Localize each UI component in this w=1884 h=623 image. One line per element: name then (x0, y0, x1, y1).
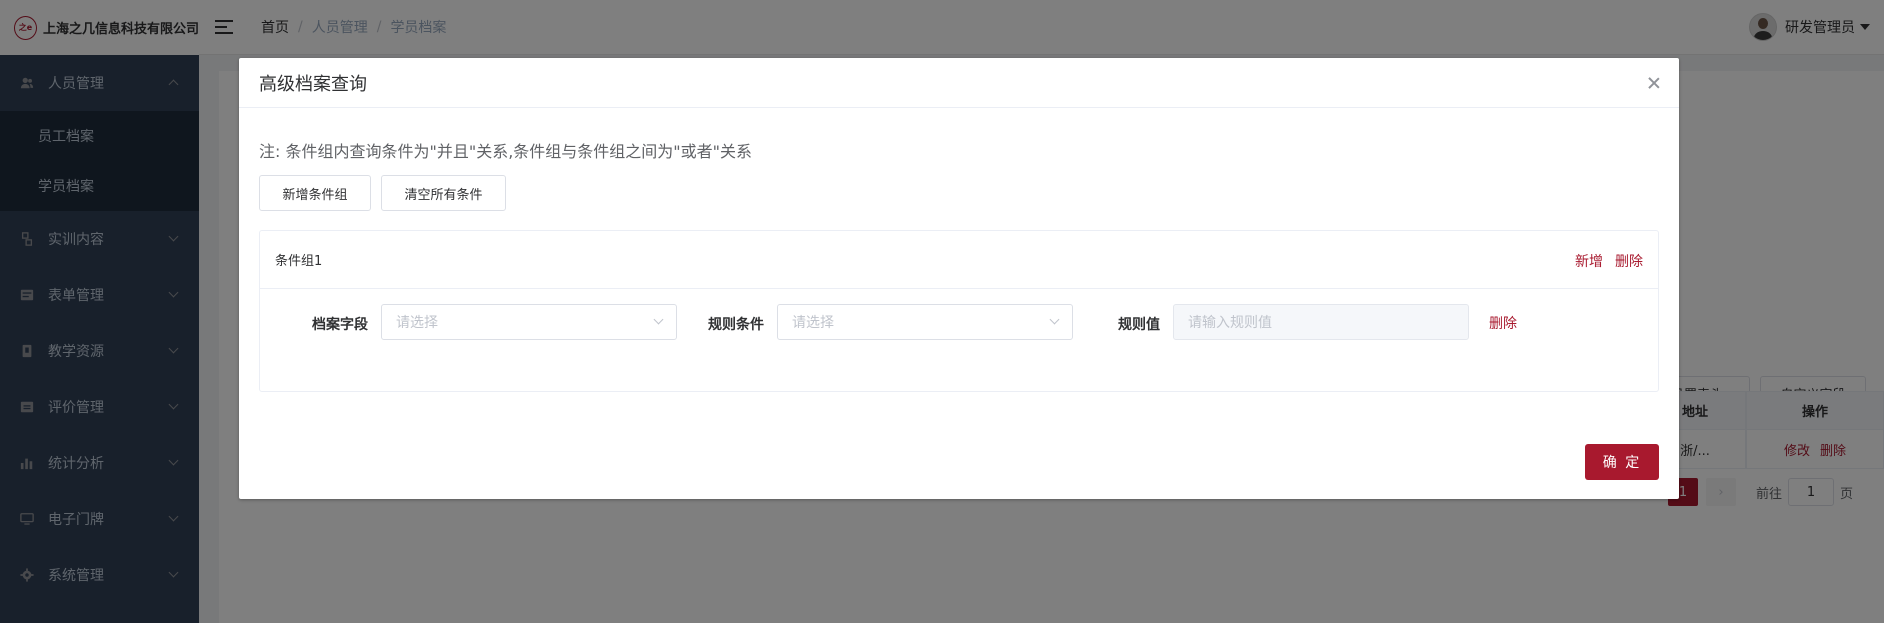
advanced-query-dialog: 高级档案查询 注: 条件组内查询条件为"并且"关系,条件组与条件组之间为"或者"… (239, 58, 1679, 499)
delete-group-link[interactable]: 删除 (1615, 251, 1643, 271)
condition-group-card: 条件组1 新增 删除 档案字段 请选择 规则条件 请选择 规则值 请输入规则值 … (259, 230, 1659, 392)
rule-select[interactable]: 请选择 (777, 304, 1073, 340)
close-icon[interactable] (1647, 76, 1661, 90)
field-select[interactable]: 请选择 (381, 304, 677, 340)
rule-value-input[interactable]: 请输入规则值 (1173, 304, 1469, 340)
rule-value-placeholder: 请输入规则值 (1188, 315, 1272, 331)
value-label: 规则值 (1118, 317, 1160, 333)
clear-conditions-button[interactable]: 清空所有条件 (381, 175, 506, 211)
delete-condition-link[interactable]: 删除 (1489, 313, 1517, 333)
condition-group-actions: 新增 删除 (1563, 251, 1643, 271)
query-note: 注: 条件组内查询条件为"并且"关系,条件组与条件组之间为"或者"关系 (259, 142, 753, 161)
add-condition-group-button[interactable]: 新增条件组 (259, 175, 371, 211)
field-label: 档案字段 (312, 317, 368, 333)
field-select-placeholder: 请选择 (396, 315, 438, 331)
condition-group-header: 条件组1 新增 删除 (260, 231, 1658, 289)
condition-group-title: 条件组1 (275, 254, 323, 269)
chevron-down-icon (1049, 314, 1060, 325)
rule-label: 规则条件 (708, 317, 764, 333)
rule-select-placeholder: 请选择 (792, 315, 834, 331)
dialog-header: 高级档案查询 (239, 58, 1679, 108)
add-condition-link[interactable]: 新增 (1575, 251, 1603, 271)
confirm-button[interactable]: 确 定 (1585, 444, 1659, 480)
chevron-down-icon (653, 314, 664, 325)
dialog-title: 高级档案查询 (259, 73, 367, 95)
